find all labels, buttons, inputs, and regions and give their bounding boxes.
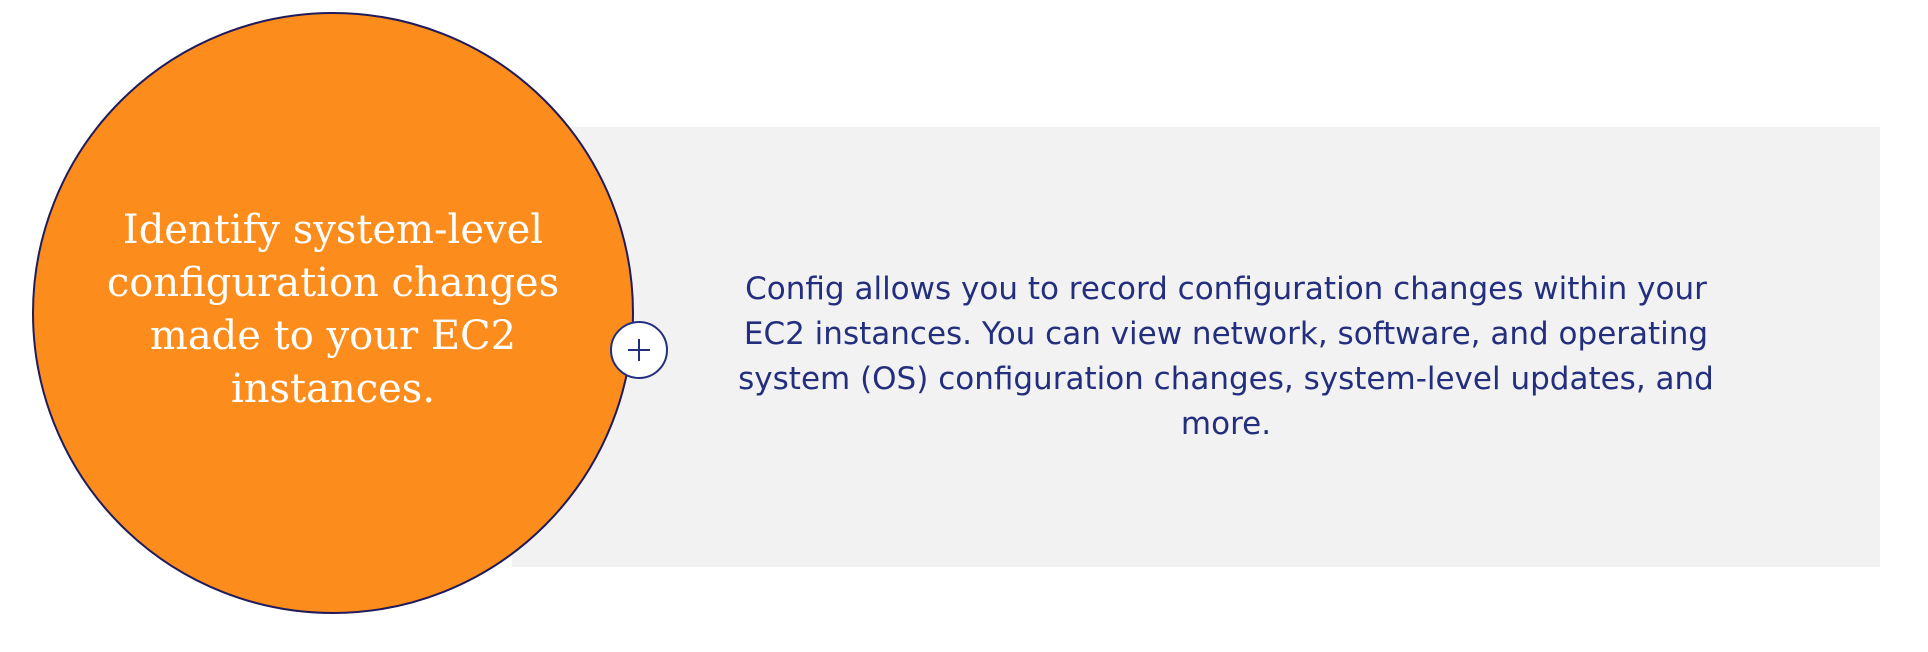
- description-text: Config allows you to record configuratio…: [738, 271, 1714, 442]
- description-panel: Config allows you to record configuratio…: [512, 127, 1880, 567]
- plus-icon: [628, 339, 650, 361]
- expand-toggle-button[interactable]: [610, 321, 668, 379]
- feature-circle: Identify system-level configuration chan…: [32, 12, 634, 614]
- feature-heading: Identify system-level configuration chan…: [106, 207, 560, 412]
